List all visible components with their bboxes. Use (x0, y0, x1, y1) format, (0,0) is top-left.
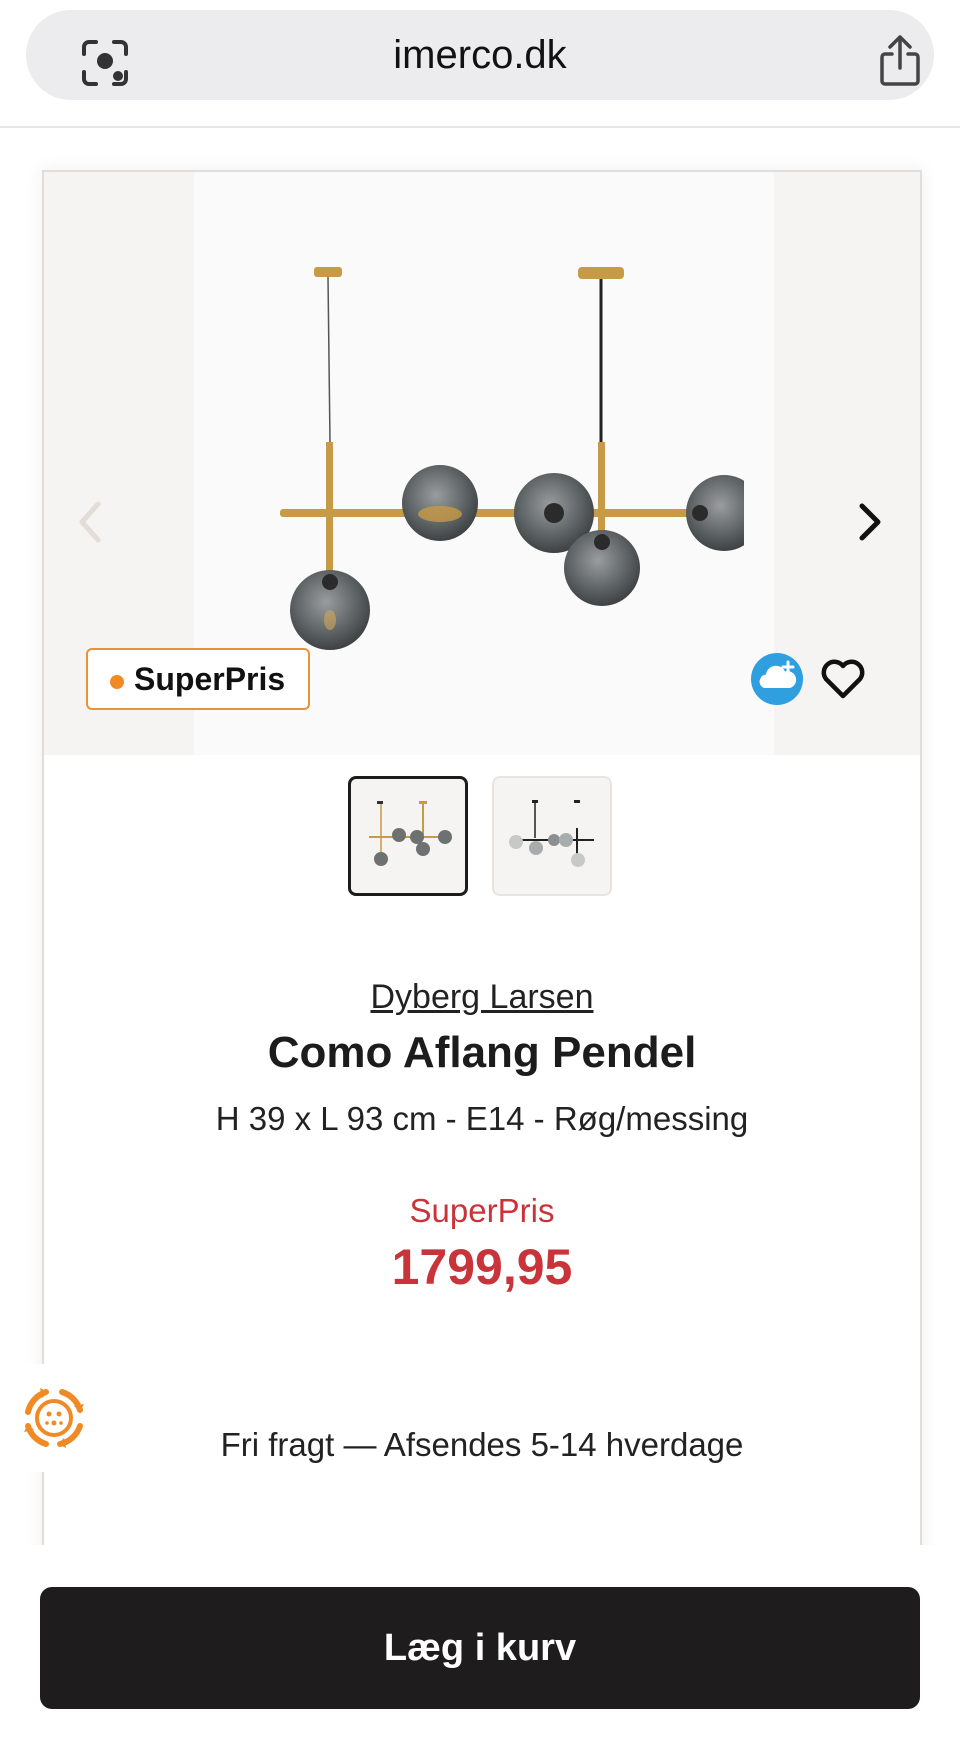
thumbnail-black-variant[interactable] (492, 776, 612, 896)
product-image[interactable] (224, 252, 744, 672)
superpris-badge: SuperPris (86, 648, 310, 710)
thumbnail-image (509, 800, 594, 867)
product-card: SuperPris Dyberg Larsen Como Aflang Pend… (42, 170, 922, 1574)
chevron-right-icon[interactable] (850, 492, 890, 552)
product-image-gallery[interactable]: SuperPris (44, 172, 920, 755)
cloud-plus-icon[interactable] (750, 652, 804, 706)
share-icon[interactable] (878, 34, 922, 88)
price-label: SuperPris (409, 1192, 555, 1229)
add-to-cart-button[interactable]: Læg i kurv (40, 1587, 920, 1709)
url-text[interactable]: imerco.dk (26, 10, 934, 100)
heart-icon[interactable] (820, 656, 866, 700)
bottom-action-bar: Læg i kurv (0, 1545, 960, 1745)
recycle-cycle-icon (24, 1388, 84, 1448)
thumbnail-image (369, 801, 452, 866)
chevron-left-icon[interactable] (70, 492, 110, 552)
product-title: Como Aflang Pendel (267, 1028, 697, 1077)
browser-top-bar: imerco.dk (0, 0, 960, 128)
side-widget-button[interactable] (0, 1364, 118, 1472)
product-variant-description: H 39 x L 93 cm - E14 - Røg/messing (215, 1100, 749, 1137)
price: 1799,95 (391, 1239, 573, 1295)
badge-dot (110, 675, 124, 689)
page: imerco.dk SuperPris Dyberg Larsen Como A… (0, 0, 960, 1745)
badge-label: SuperPris (134, 661, 286, 697)
shipping-info: Fri fragt — Afsendes 5-14 hverdage (220, 1426, 744, 1463)
thumbnail-brass-variant[interactable] (348, 776, 468, 896)
address-bar[interactable]: imerco.dk (26, 10, 934, 100)
brand-link[interactable]: Dyberg Larsen (44, 978, 920, 1017)
